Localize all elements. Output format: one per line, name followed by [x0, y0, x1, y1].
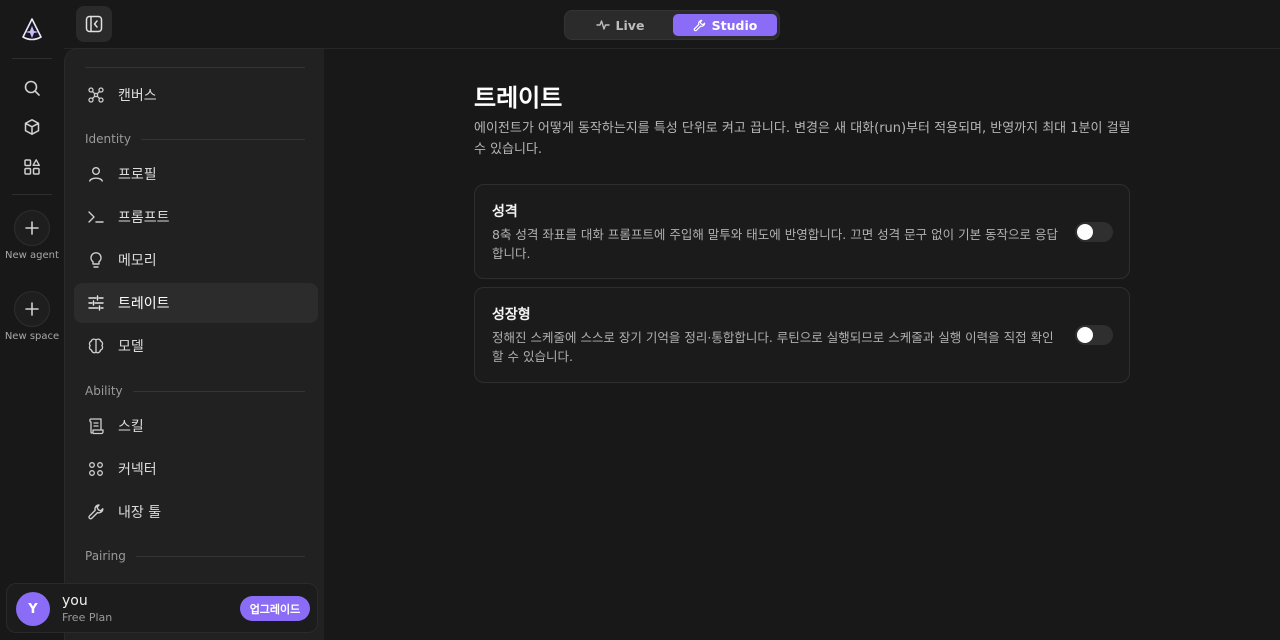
- sidebar-item-label: 메모리: [118, 253, 157, 269]
- collapse-sidebar-button[interactable]: [76, 6, 112, 42]
- sidebar-item-builtin-tools[interactable]: 내장 툴: [74, 492, 318, 532]
- section-ability: Ability: [85, 384, 305, 398]
- left-rail: New agent New space: [0, 0, 64, 640]
- sidebar-item-label: 모델: [118, 339, 144, 355]
- page-title: 트레이트: [474, 84, 563, 112]
- plus-icon: [25, 221, 39, 235]
- new-space-button[interactable]: [14, 291, 50, 327]
- sidebar-item-label: 캔버스: [118, 88, 157, 104]
- cube-icon[interactable]: [20, 115, 44, 139]
- studio-mode-label: Studio: [711, 17, 758, 33]
- sidebar-item-label: 스킬: [118, 419, 144, 435]
- sidebar-item-profile[interactable]: 프로필: [74, 154, 318, 194]
- plus-icon: [25, 302, 39, 316]
- trait-toggle-growth[interactable]: [1075, 325, 1113, 345]
- sliders-icon: [86, 293, 106, 313]
- new-agent-label: New agent: [5, 250, 59, 261]
- mode-switch: Live Studio: [564, 10, 780, 40]
- sidebar-item-label: 트레이트: [118, 296, 170, 312]
- sidebar-item-traits[interactable]: 트레이트: [74, 283, 318, 323]
- toggle-knob: [1077, 224, 1093, 240]
- app-logo-icon[interactable]: [18, 16, 46, 44]
- sidebar-divider: [85, 67, 305, 68]
- page-description: 에이전트가 어떻게 동작하는지를 특성 단위로 켜고 끕니다. 변경은 새 대화…: [474, 121, 1131, 157]
- sidebar-item-model[interactable]: 모델: [74, 326, 318, 366]
- user-plan: Free Plan: [62, 611, 113, 624]
- rail-divider: [12, 58, 52, 59]
- sidebar-item-prompt[interactable]: 프롬프트: [74, 197, 318, 237]
- sidebar-item-canvas[interactable]: 캔버스: [74, 75, 318, 115]
- studio-mode-tab[interactable]: Studio: [673, 14, 777, 36]
- trait-description: 8축 성격 좌표를 대화 프롬프트에 주입해 말투와 태도에 반영합니다. 끄면…: [492, 227, 1059, 261]
- scroll-icon: [86, 416, 106, 436]
- sidebar-item-memory[interactable]: 메모리: [74, 240, 318, 280]
- section-divider: [135, 555, 305, 557]
- trait-title: 성격: [492, 204, 518, 220]
- toggle-knob: [1077, 327, 1093, 343]
- dots-grid-icon: [86, 459, 106, 479]
- sidebar-item-connector[interactable]: 커넥터: [74, 449, 318, 489]
- search-icon[interactable]: [20, 76, 44, 100]
- sidebar-item-skill[interactable]: 스킬: [74, 406, 318, 446]
- live-mode-tab[interactable]: Live: [569, 14, 671, 36]
- sidebar-item-label: 커넥터: [118, 462, 157, 478]
- wrench-icon: [86, 502, 106, 522]
- section-identity: Identity: [85, 132, 305, 146]
- trait-card-personality: 성격 8축 성격 좌표를 대화 프롬프트에 주입해 말투와 태도에 반영합니다.…: [474, 184, 1130, 279]
- user-name: you: [62, 593, 88, 609]
- sidebar-item-label: 프롬프트: [118, 210, 170, 226]
- trait-card-growth: 성장형 정해진 스케줄에 스스로 장기 기억을 정리·통합합니다. 루틴으로 실…: [474, 287, 1130, 383]
- sidebar-item-label: 내장 툴: [118, 505, 162, 521]
- lightbulb-icon: [86, 250, 106, 270]
- section-pairing: Pairing: [85, 549, 305, 563]
- brain-icon: [86, 336, 106, 356]
- upgrade-button[interactable]: 업그레이드: [240, 596, 310, 621]
- avatar: Y: [16, 592, 50, 626]
- section-label: Ability: [85, 384, 123, 398]
- new-space-label: New space: [4, 331, 60, 342]
- wrench-icon: [693, 19, 705, 31]
- apps-icon[interactable]: [20, 155, 44, 179]
- terminal-icon: [86, 207, 106, 227]
- graph-icon: [86, 85, 106, 105]
- rail-divider: [12, 194, 52, 195]
- section-divider: [141, 138, 305, 140]
- user-card[interactable]: Y you Free Plan 업그레이드: [6, 583, 318, 633]
- activity-icon: [595, 20, 610, 30]
- user-icon: [86, 164, 106, 184]
- trait-title: 성장형: [492, 307, 531, 323]
- section-label: Identity: [85, 132, 131, 146]
- new-agent-button[interactable]: [14, 210, 50, 246]
- sidebar-collapse-icon: [85, 15, 103, 33]
- trait-toggle-personality[interactable]: [1075, 222, 1113, 242]
- live-mode-label: Live: [615, 17, 645, 33]
- section-label: Pairing: [85, 549, 126, 563]
- settings-sidebar: 캔버스 Identity 프로필 프롬프트 메모리 트레이트 모델 Abilit…: [64, 48, 324, 640]
- section-divider: [132, 390, 305, 392]
- trait-description: 정해진 스케줄에 스스로 장기 기억을 정리·통합합니다. 루틴으로 실행되므로…: [492, 330, 1054, 364]
- sidebar-item-label: 프로필: [118, 167, 157, 183]
